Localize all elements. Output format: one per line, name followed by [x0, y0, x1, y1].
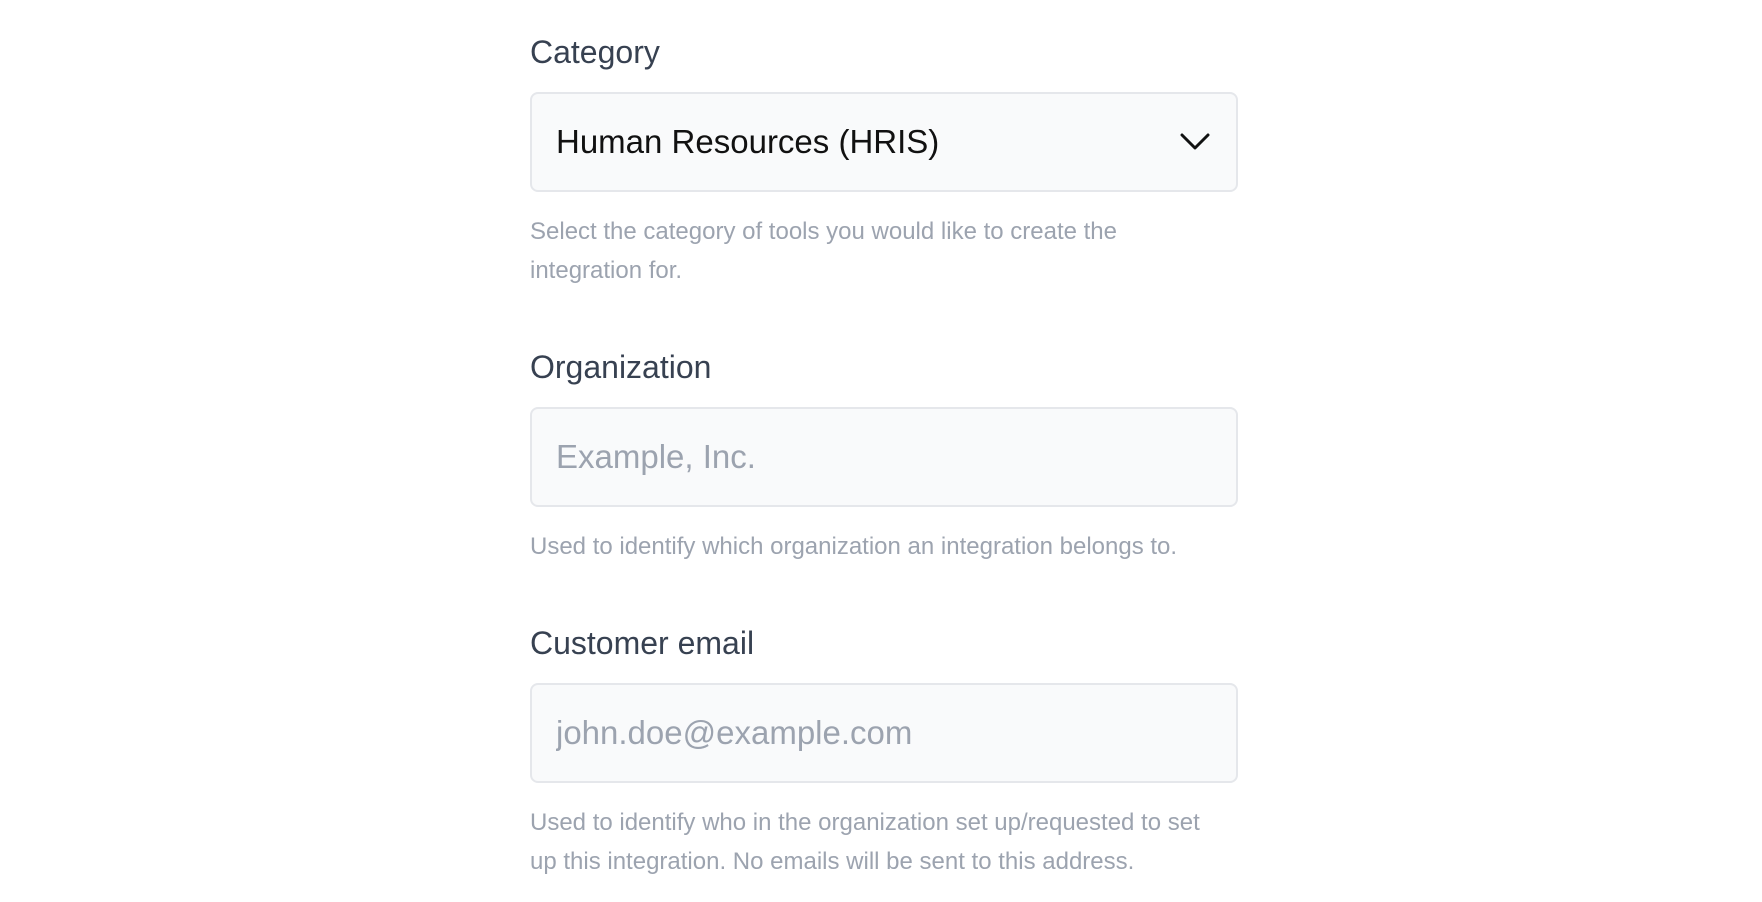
customer-email-label: Customer email	[530, 625, 755, 661]
category-label: Category	[530, 34, 660, 70]
chevron-down-icon	[1178, 131, 1212, 153]
category-help-text: Select the category of tools you would l…	[530, 218, 1118, 284]
organization-label: Organization	[530, 349, 712, 385]
customer-email-help-text: Used to identify who in the organization…	[530, 809, 1200, 875]
organization-help-text: Used to identify which organization an i…	[530, 533, 1178, 560]
organization-field: Organization Used to identify which orga…	[530, 347, 1238, 566]
category-select[interactable]: Human Resources (HRIS)	[530, 92, 1238, 192]
customer-email-input[interactable]	[530, 683, 1238, 783]
customer-email-field: Customer email Used to identify who in t…	[530, 623, 1238, 881]
category-selected-value: Human Resources (HRIS)	[556, 123, 940, 160]
category-field: Category Human Resources (HRIS) Select t…	[530, 32, 1238, 290]
organization-input[interactable]	[530, 407, 1238, 507]
